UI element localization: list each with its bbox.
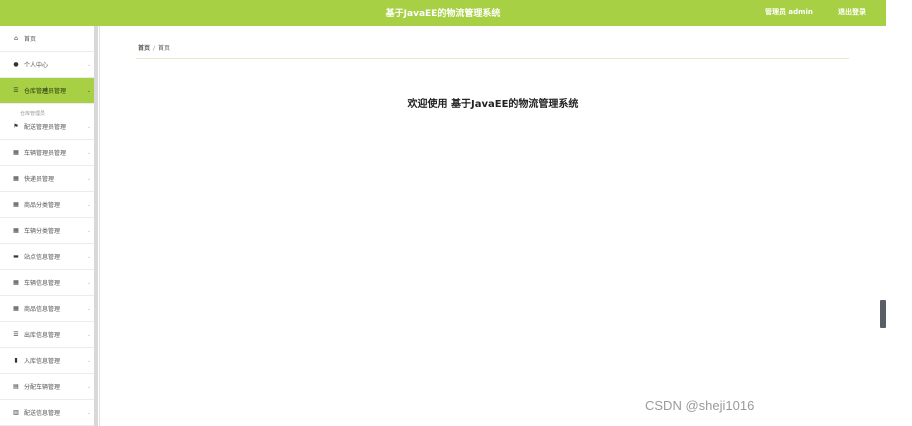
side-panel-handle[interactable] (880, 300, 886, 328)
sidebar-item[interactable]: ⌂ 首页 (0, 26, 94, 52)
current-user-label: 管理员 admin (765, 8, 813, 16)
breadcrumb-divider (136, 58, 849, 59)
chevron-down-icon: ⌄ (86, 149, 91, 156)
chevron-down-icon: ⌄ (86, 279, 91, 286)
breadcrumb-home[interactable]: 首页 (138, 45, 150, 52)
chevron-down-icon: ⌄ (86, 357, 91, 364)
sidebar: ⌂ 首页 ● 个人中心 ⌄ ☰ 仓库管理员管理 ⌄ ⚑ 配送管理员管理 ⌄ ▦ 车辆管理员管理 ⌄ ▦ 快递员… (0, 26, 100, 426)
sidebar-item-label: 车辆信息管理 (24, 280, 61, 287)
chevron-down-icon: ⌄ (86, 383, 91, 390)
chevron-down-icon: ⌄ (86, 409, 91, 416)
bar-chart-icon: ▮ (14, 357, 18, 364)
sidebar-item-label: 快递员管理 (24, 176, 55, 183)
breadcrumb: 首页 / 首页 (138, 43, 170, 52)
sidebar-item-label: 站点信息管理 (24, 254, 61, 261)
sidebar-item[interactable]: ▦ 快递员管理 ⌄ (0, 166, 94, 192)
logout-link[interactable]: 退出登录 (838, 7, 866, 17)
sidebar-item[interactable]: ▤ 分配车辆管理 ⌄ (0, 374, 94, 400)
sidebar-item-label: 首页 (24, 36, 37, 43)
top-bar: 基于JavaEE的物流管理系统 管理员 admin 退出登录 (0, 0, 886, 26)
user-icon: ● (13, 61, 19, 68)
breadcrumb-separator: / (153, 45, 156, 52)
list-icon: ☰ (13, 331, 19, 338)
sidebar-item[interactable]: ● 个人中心 ⌄ (0, 52, 94, 78)
sidebar-item-label: 配送信息管理 (24, 410, 61, 417)
mouse-cursor-icon: ☝ (42, 86, 49, 97)
grid-icon: ▦ (13, 227, 19, 234)
chevron-down-icon: ⌄ (86, 61, 91, 68)
sidebar-item-label: 入库信息管理 (24, 358, 61, 365)
sidebar-item[interactable]: ▦ 车辆管理员管理 ⌄ (0, 140, 94, 166)
sidebar-item[interactable]: ▬ 站点信息管理 ⌄ (0, 244, 94, 270)
archive-icon: ▤ (13, 383, 19, 390)
sidebar-item[interactable]: ▦ 车辆信息管理 ⌄ (0, 270, 94, 296)
sidebar-item-label: 分配车辆管理 (24, 384, 61, 391)
grid-icon: ▦ (13, 201, 19, 208)
grid-icon: ▦ (13, 305, 19, 312)
watermark-text: CSDN @sheji1016 (645, 398, 755, 413)
sidebar-item-label: 车辆管理员管理 (24, 150, 67, 157)
chevron-down-icon: ⌄ (86, 123, 91, 130)
sidebar-item[interactable]: ⚑ 配送管理员管理 ⌄ (0, 114, 94, 140)
sidebar-item[interactable]: ▥ 配送信息管理 ⌄ (0, 400, 94, 426)
chevron-down-icon: ⌄ (86, 201, 91, 208)
grid-icon: ▦ (13, 175, 19, 182)
sidebar-item[interactable]: ▦ 商品分类管理 ⌄ (0, 192, 94, 218)
flag-icon: ⚑ (13, 123, 19, 130)
sidebar-item[interactable]: ▦ 车辆分类管理 ⌄ (0, 218, 94, 244)
home-icon: ⌂ (14, 35, 18, 42)
welcome-heading: 欢迎使用 基于JavaEE的物流管理系统 (407, 99, 579, 110)
sidebar-item-label: 个人中心 (24, 62, 49, 69)
chevron-down-icon: ⌄ (86, 87, 91, 94)
sidebar-item-label: 商品信息管理 (24, 306, 61, 313)
breadcrumb-current: 首页 (158, 45, 171, 52)
briefcase-icon: ▬ (13, 253, 19, 260)
grid-icon: ▦ (13, 279, 19, 286)
sidebar-scrollbar[interactable] (94, 26, 98, 426)
sidebar-item[interactable]: ☰ 出库信息管理 ⌄ (0, 322, 94, 348)
sidebar-item-label: 车辆分类管理 (24, 228, 61, 235)
chevron-down-icon: ⌄ (86, 253, 91, 260)
app-title: 基于JavaEE的物流管理系统 (385, 9, 501, 19)
sidebar-item-label: 商品分类管理 (24, 202, 61, 209)
sidebar-item-label: 出库信息管理 (24, 332, 61, 339)
sidebar-item[interactable]: ▦ 商品信息管理 ⌄ (0, 296, 94, 322)
grid-icon: ▦ (13, 149, 19, 156)
list-icon: ☰ (13, 87, 19, 94)
chevron-down-icon: ⌄ (86, 331, 91, 338)
trash-icon: ▥ (13, 409, 19, 416)
chevron-down-icon: ⌄ (86, 305, 91, 312)
chevron-down-icon: ⌄ (86, 227, 91, 234)
chevron-down-icon: ⌄ (86, 175, 91, 182)
sidebar-item[interactable]: ▮ 入库信息管理 ⌄ (0, 348, 94, 374)
submenu-item[interactable]: 仓库管理员 (20, 110, 45, 117)
sidebar-item-label: 配送管理员管理 (24, 124, 67, 131)
